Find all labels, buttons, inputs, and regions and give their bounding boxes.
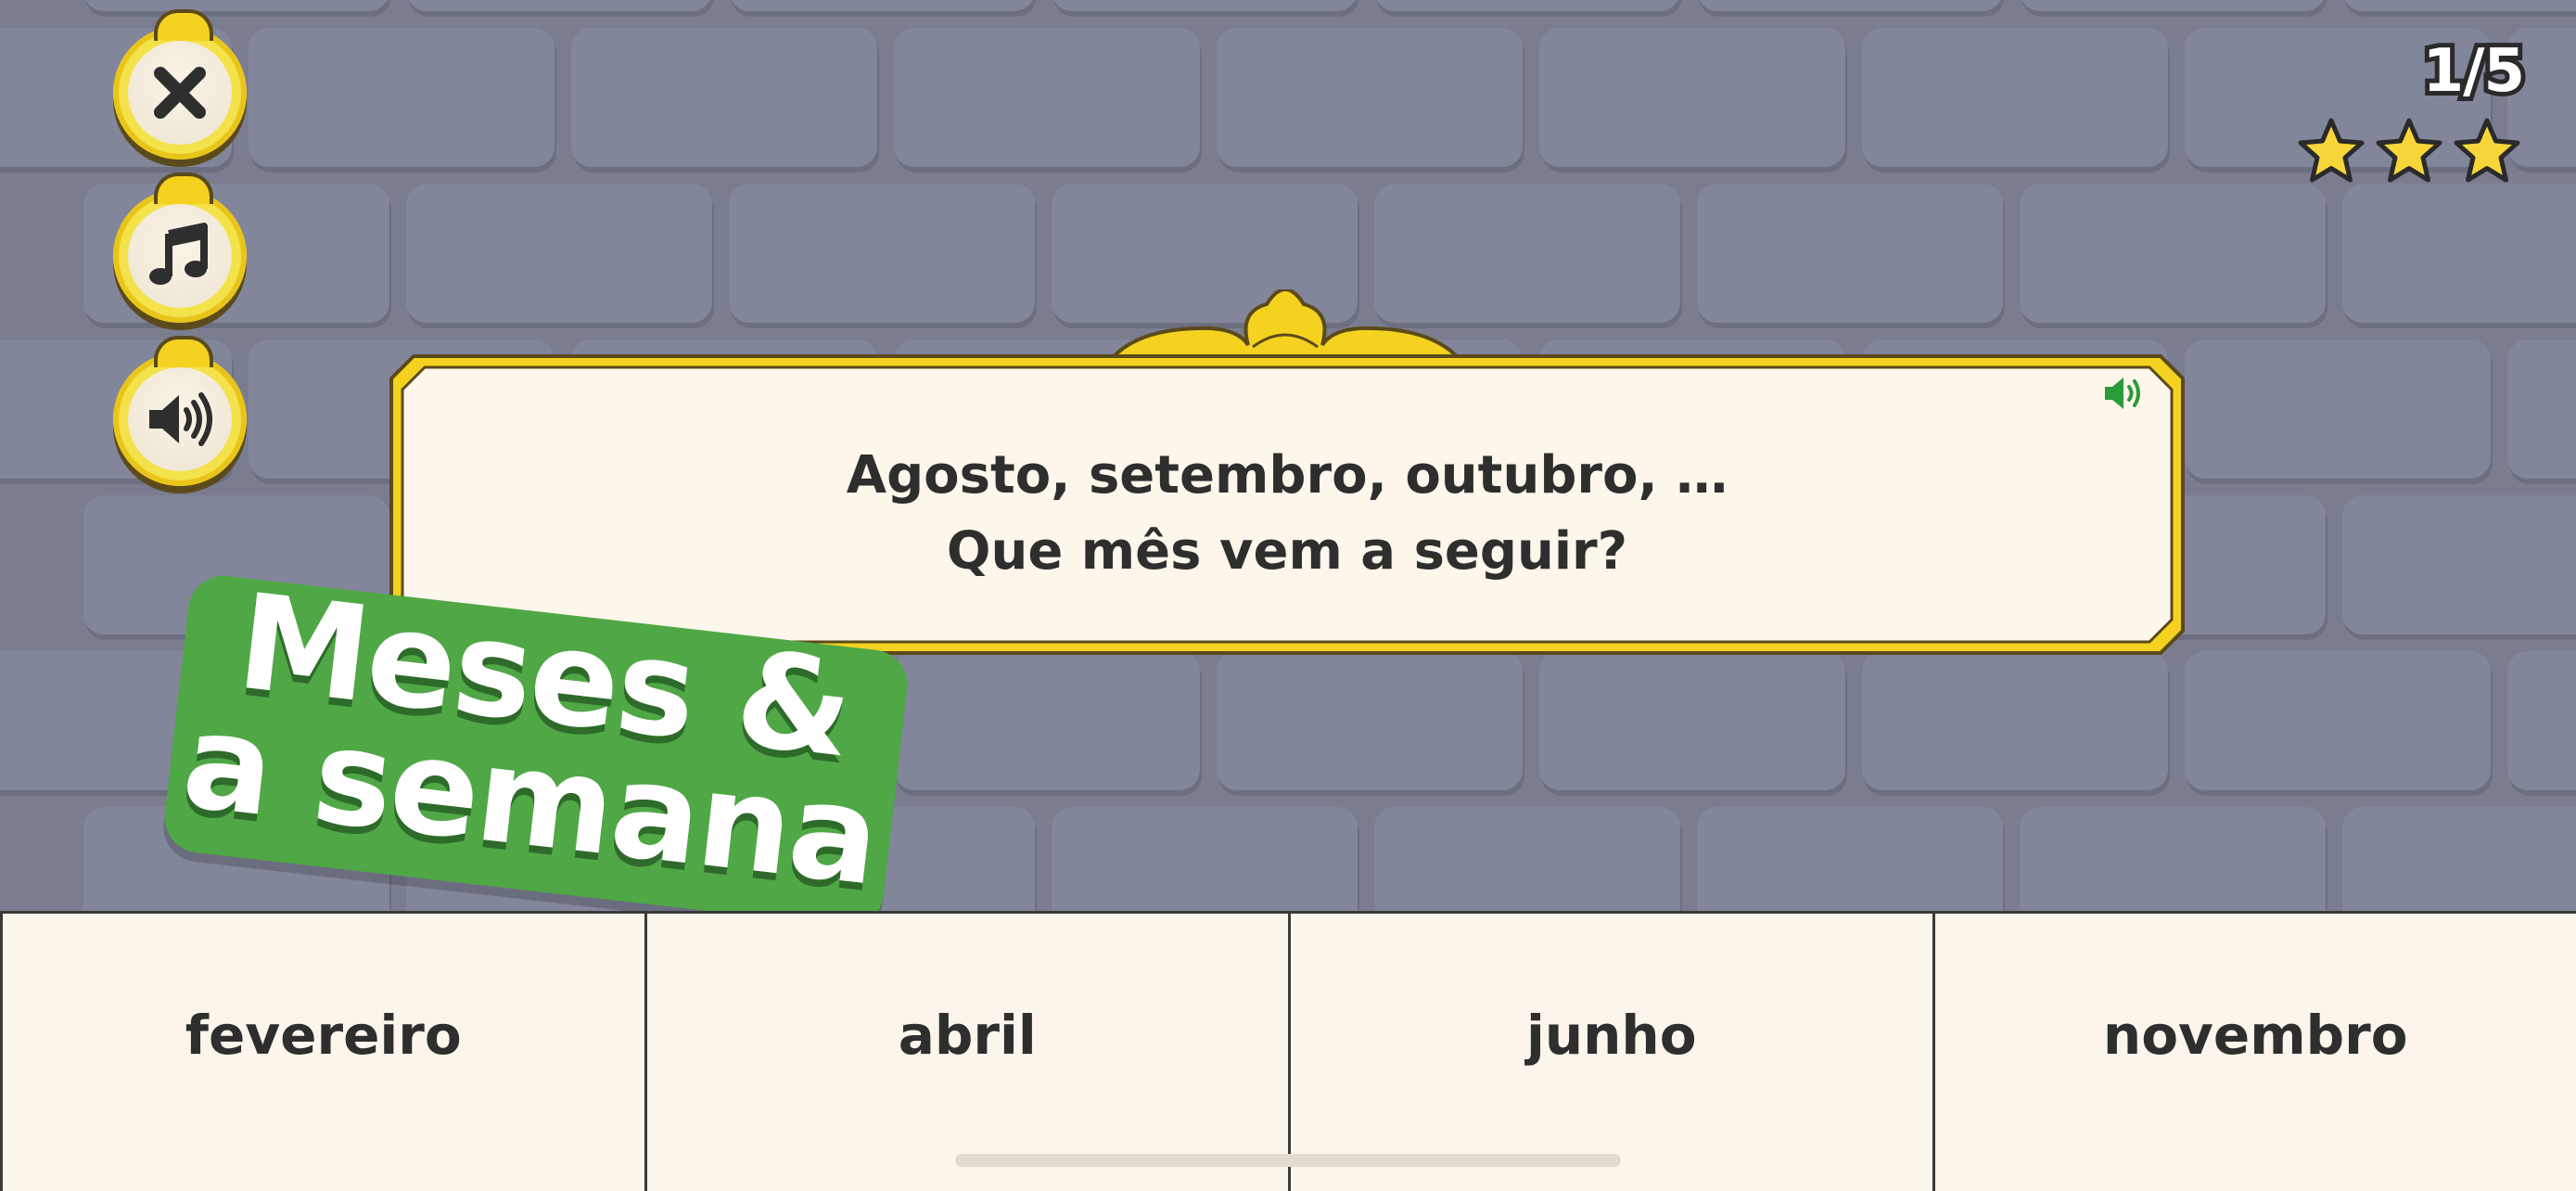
brick <box>2507 651 2576 790</box>
button-crown-decoration <box>154 173 213 204</box>
progress-counter: 1/5 <box>2418 32 2530 110</box>
brick <box>1697 807 2003 911</box>
brick <box>1217 651 1523 790</box>
speaker-icon <box>149 392 212 446</box>
music-toggle-button[interactable] <box>113 173 247 323</box>
question-text: Agosto, setembro, outubro, … Que mês vem… <box>388 438 2187 590</box>
brick <box>894 28 1200 167</box>
answer-option[interactable]: novembro <box>1934 914 2576 1191</box>
answer-label: fevereiro <box>185 1004 462 1067</box>
star-icon <box>2454 118 2520 183</box>
brick <box>1697 184 2003 323</box>
brick <box>571 28 877 167</box>
brick <box>1053 0 1356 11</box>
answer-option[interactable]: abril <box>646 914 1291 1191</box>
brick <box>249 28 555 167</box>
brick <box>1376 0 1678 11</box>
music-note-icon <box>149 223 208 285</box>
button-crown-decoration <box>154 336 213 367</box>
button-crown-decoration <box>154 9 213 41</box>
question-card: Agosto, setembro, outubro, … Que mês vem… <box>388 352 2187 657</box>
brick <box>2507 339 2576 479</box>
brick <box>85 0 388 11</box>
brick <box>2342 807 2576 911</box>
brick <box>729 184 1035 323</box>
close-button[interactable] <box>113 9 247 160</box>
answer-label: junho <box>1525 1004 1697 1067</box>
brick <box>1217 28 1523 167</box>
answer-options: fevereiro abril junho novembro <box>0 911 2576 1191</box>
brick <box>1374 807 1680 911</box>
button-face <box>128 41 232 145</box>
answer-label: novembro <box>2102 1004 2408 1067</box>
brick <box>408 0 710 11</box>
answer-label: abril <box>898 1004 1037 1067</box>
answer-option[interactable]: junho <box>1291 914 1935 1191</box>
question-line-1: Agosto, setembro, outubro, … <box>846 445 1728 506</box>
brick <box>731 0 1033 11</box>
home-indicator <box>955 1154 1621 1167</box>
star-icon <box>2298 118 2365 183</box>
close-icon <box>154 67 206 119</box>
play-question-audio-icon[interactable] <box>2101 371 2146 416</box>
brick <box>2020 184 2326 323</box>
brick <box>2185 651 2491 790</box>
brick <box>1539 651 1845 790</box>
star-icon <box>2376 118 2442 183</box>
brick <box>1539 28 1845 167</box>
brick <box>2185 339 2491 479</box>
brick <box>894 651 1200 790</box>
brick <box>2020 807 2326 911</box>
button-face <box>128 204 232 308</box>
brick <box>406 184 712 323</box>
brick <box>2021 0 2324 11</box>
brick <box>1699 0 2001 11</box>
brick <box>2342 184 2576 323</box>
brick <box>1862 651 2168 790</box>
star-rating <box>2294 115 2524 189</box>
button-face <box>128 367 232 471</box>
brick <box>1052 807 1358 911</box>
sound-toggle-button[interactable] <box>113 336 247 486</box>
answer-option[interactable]: fevereiro <box>0 914 647 1191</box>
brick <box>2344 0 2576 11</box>
question-line-2: Que mês vem a seguir? <box>946 521 1628 582</box>
game-screen: 1/5 Agosto, setembro, outubro, … Que mês… <box>0 0 2576 1191</box>
brick <box>1862 28 2168 167</box>
brick <box>2342 495 2576 634</box>
